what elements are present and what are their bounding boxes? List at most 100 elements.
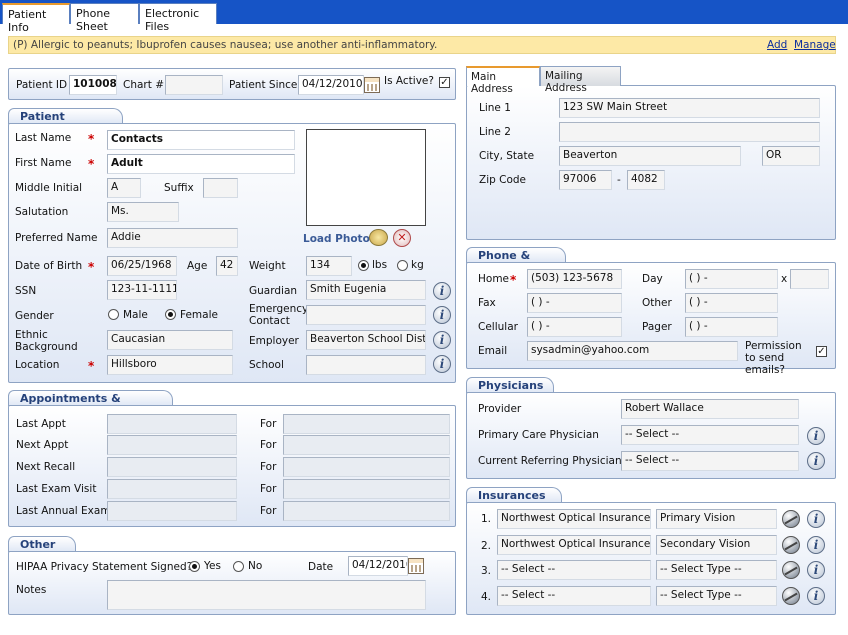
required-marker: * — [88, 157, 95, 171]
alert-text: (P) Allergic to peanuts; Ibuprofen cause… — [13, 39, 438, 51]
delete-photo-icon[interactable]: ✕ — [393, 229, 411, 247]
email-field[interactable]: sysadmin@yahoo.com — [527, 341, 738, 361]
suffix-field[interactable] — [203, 178, 238, 198]
day-phone-field[interactable]: ( ) - — [685, 269, 778, 289]
folder-open-icon[interactable] — [369, 229, 388, 246]
referring-info-icon[interactable]: i — [807, 452, 825, 470]
salutation-field[interactable]: Ms. — [107, 202, 179, 222]
line1-field[interactable]: 123 SW Main Street — [559, 98, 820, 118]
dob-field[interactable]: 06/25/1968 — [107, 256, 177, 276]
emergency-contact-label: Emergency Contact — [249, 303, 309, 327]
last-exam-field — [107, 479, 237, 499]
day-phone-label: Day — [642, 273, 663, 285]
insurance-name-select[interactable]: -- Select -- — [497, 586, 651, 606]
school-field[interactable] — [306, 355, 426, 375]
pcp-select[interactable]: -- Select -- — [621, 425, 799, 445]
home-phone-field[interactable]: (503) 123-5678 — [527, 269, 622, 289]
insurance-info-icon[interactable]: i — [807, 561, 825, 579]
insurance-name-select[interactable]: -- Select -- — [497, 560, 651, 580]
first-name-field[interactable]: Adult — [107, 154, 295, 174]
extension-field[interactable] — [790, 269, 829, 289]
zip-label: Zip Code — [479, 174, 526, 186]
lbs-radio[interactable] — [358, 260, 369, 271]
fax-field[interactable]: ( ) - — [527, 293, 622, 313]
permission-email-checkbox[interactable]: ✓ — [816, 346, 827, 357]
last-name-field[interactable]: Contacts — [107, 130, 295, 150]
emergency-contact-field[interactable] — [306, 305, 426, 325]
load-photo-label: Load Photo — [303, 233, 370, 245]
hipaa-yes-radio[interactable] — [189, 561, 200, 572]
other-phone-field[interactable]: ( ) - — [685, 293, 778, 313]
line2-field[interactable] — [559, 122, 820, 142]
insurance-info-icon[interactable]: i — [807, 587, 825, 605]
ethnic-field[interactable]: Caucasian — [107, 330, 233, 350]
middle-initial-field[interactable]: A — [107, 178, 141, 198]
referring-select[interactable]: -- Select -- — [621, 451, 799, 471]
last-annual-exam-field — [107, 501, 237, 521]
insurance-card-icon[interactable] — [782, 536, 800, 554]
guardian-info-icon[interactable]: i — [433, 282, 451, 300]
notes-field[interactable] — [107, 580, 426, 610]
insurance-type-select[interactable]: -- Select Type -- — [656, 586, 777, 606]
insurance-type-select[interactable]: Secondary Vision — [656, 535, 777, 555]
insurance-name-select[interactable]: Northwest Optical Insurance Co — [497, 509, 651, 529]
provider-field[interactable]: Robert Wallace — [621, 399, 799, 419]
weight-field[interactable]: 134 — [306, 256, 352, 276]
emergency-info-icon[interactable]: i — [433, 306, 451, 324]
insurance-info-icon[interactable]: i — [807, 510, 825, 528]
insurance-type-select[interactable]: Primary Vision — [656, 509, 777, 529]
location-field[interactable]: Hillsboro — [107, 355, 233, 375]
tab-patient-info[interactable]: Patient Info — [2, 3, 70, 34]
calendar-icon[interactable] — [364, 77, 380, 93]
patient-since-field[interactable]: 04/12/2010 — [298, 75, 364, 95]
female-radio[interactable] — [165, 309, 176, 320]
kg-radio[interactable] — [397, 260, 408, 271]
alert-add-link[interactable]: Add — [767, 39, 787, 51]
insurances-title: Insurances — [466, 487, 562, 503]
notes-label: Notes — [16, 584, 47, 596]
insurance-name-select[interactable]: Northwest Optical Insurance Co — [497, 535, 651, 555]
insurance-number: 2. — [481, 540, 492, 552]
cellular-field[interactable]: ( ) - — [527, 317, 622, 337]
hipaa-no-radio[interactable] — [233, 561, 244, 572]
employer-field[interactable]: Beaverton School District — [306, 330, 426, 350]
for-label: For — [260, 483, 277, 495]
tab-phone-sheet[interactable]: Phone Sheet — [70, 3, 139, 33]
alert-manage-link[interactable]: Manage — [794, 39, 836, 51]
is-active-label: Is Active? — [384, 75, 434, 87]
tab-main-address[interactable]: Main Address — [466, 66, 540, 95]
tab-electronic-files[interactable]: Electronic Files — [139, 3, 217, 33]
zip4-field[interactable]: 4082 — [627, 170, 665, 190]
male-radio[interactable] — [108, 309, 119, 320]
insurance-info-icon[interactable]: i — [807, 536, 825, 554]
guardian-field[interactable]: Smith Eugenia — [306, 280, 426, 300]
hipaa-yes-label: Yes — [204, 560, 221, 572]
zip-field[interactable]: 97006 — [559, 170, 612, 190]
hipaa-date-field[interactable]: 04/12/2010 — [348, 556, 408, 576]
tab-mailing-address[interactable]: Mailing Address — [540, 66, 621, 94]
fax-label: Fax — [478, 297, 496, 309]
insurance-card-icon[interactable] — [782, 561, 800, 579]
insurance-type-select[interactable]: -- Select Type -- — [656, 560, 777, 580]
employer-info-icon[interactable]: i — [433, 331, 451, 349]
last-appt-field — [107, 414, 237, 434]
patient-since-label: Patient Since — [229, 79, 298, 91]
ssn-field[interactable]: 123-11-1111 — [107, 280, 177, 300]
pcp-label: Primary Care Physician — [478, 429, 599, 441]
city-field[interactable]: Beaverton — [559, 146, 741, 166]
insurance-card-icon[interactable] — [782, 510, 800, 528]
next-appt-field — [107, 435, 237, 455]
patient-id-field[interactable]: 101008 — [69, 75, 117, 95]
preferred-name-field[interactable]: Addie — [107, 228, 238, 248]
is-active-checkbox[interactable]: ✓ — [439, 77, 450, 88]
insurance-card-icon[interactable] — [782, 587, 800, 605]
gender-label: Gender — [15, 310, 54, 322]
next-recall-for-field — [283, 457, 450, 477]
chart-field[interactable] — [165, 75, 223, 95]
calendar-icon[interactable] — [408, 558, 424, 574]
state-field[interactable]: OR — [762, 146, 820, 166]
pager-field[interactable]: ( ) - — [685, 317, 778, 337]
pcp-info-icon[interactable]: i — [807, 427, 825, 445]
required-marker: * — [510, 273, 517, 287]
school-info-icon[interactable]: i — [433, 355, 451, 373]
